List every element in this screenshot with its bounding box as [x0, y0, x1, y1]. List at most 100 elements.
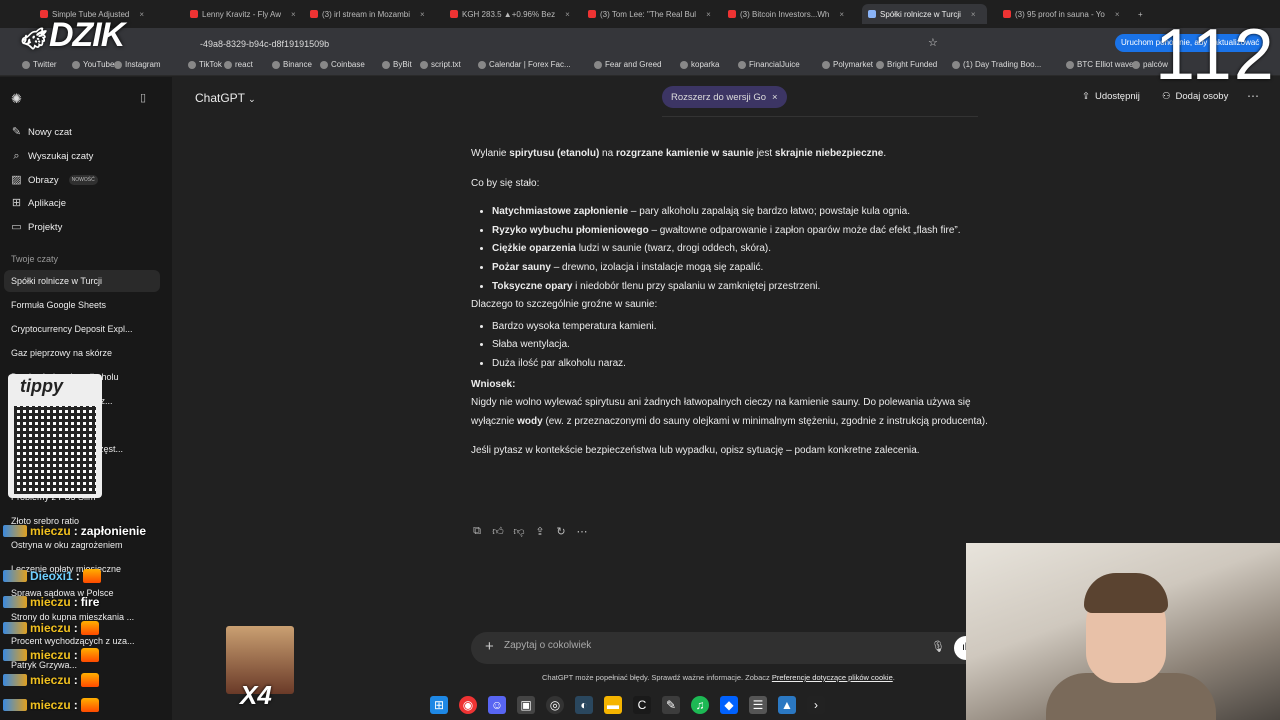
- bookmark[interactable]: Instagram: [114, 60, 161, 69]
- microphone-icon[interactable]: 🎙︎: [931, 640, 945, 653]
- tab-close-icon[interactable]: ×: [139, 10, 144, 19]
- bookmark-favicon-icon: [382, 60, 390, 69]
- bookmark-label: Calendar | Forex Fac...: [489, 60, 571, 69]
- tab-close-icon[interactable]: ×: [291, 10, 296, 19]
- folder-icon[interactable]: ▬: [604, 696, 622, 714]
- cursor-app-icon[interactable]: C: [633, 696, 651, 714]
- bookmark-favicon-icon: [1132, 60, 1140, 69]
- why-heading: Dlaczego to szczególnie groźne w saunie:: [471, 299, 658, 311]
- browser-tab[interactable]: (3) irl stream in Mozambi ×: [310, 4, 440, 24]
- browser-tab[interactable]: (3) 95 proof in sauna - Yo ×: [1003, 4, 1123, 24]
- bookmark[interactable]: react: [224, 60, 253, 69]
- upgrade-button[interactable]: Rozszerz do wersji Go ×: [662, 86, 787, 108]
- browser-tab[interactable]: KGH 283.5 ▲+0.96% Bez ×: [450, 4, 580, 24]
- bookmark[interactable]: Twitter: [22, 60, 57, 69]
- browser-tab[interactable]: (3) Bitcoin Investors...Wh ×: [728, 4, 848, 24]
- obs-icon[interactable]: ◎: [546, 696, 564, 714]
- chrome-icon[interactable]: ◉: [459, 696, 477, 714]
- spotify-icon[interactable]: ♫: [691, 696, 709, 714]
- new-tab-icon[interactable]: +: [1138, 4, 1143, 24]
- share-button[interactable]: ⇪ Udostępnij: [1082, 91, 1140, 102]
- windows-start-icon[interactable]: ⊞: [430, 696, 448, 714]
- stream-chat-message: mieczu:: [3, 673, 99, 687]
- cookie-preferences-link[interactable]: Preferencje dotyczące plików cookie: [772, 673, 893, 682]
- more-icon[interactable]: ⋯: [576, 525, 588, 538]
- star-icon[interactable]: ☆: [928, 36, 938, 49]
- chat-history-item[interactable]: Cryptocurrency Deposit Expl...: [11, 324, 133, 334]
- effect-text: ludzi w saunie (twarz, drogi oddech, skó…: [575, 243, 772, 255]
- steam-icon[interactable]: ◐: [575, 696, 593, 714]
- sidebar-toggle-icon[interactable]: ▯: [140, 91, 146, 104]
- browser-tab[interactable]: Lenny Kravitz - Fly Aw ×: [190, 4, 300, 24]
- chat-username: Dieoxi1: [30, 569, 73, 583]
- regenerate-icon[interactable]: ↻: [555, 525, 567, 538]
- bookmark[interactable]: YouTube: [72, 60, 114, 69]
- divider: [662, 116, 978, 117]
- tab-close-icon[interactable]: ×: [971, 10, 976, 19]
- bookmark[interactable]: Coinbase: [320, 60, 365, 69]
- conclusion-heading: Wniosek:: [471, 378, 516, 390]
- dropbox-icon[interactable]: ◆: [720, 696, 738, 714]
- chat-history-item[interactable]: Gaz pieprzowy na skórze: [11, 348, 112, 358]
- chat-header: ChatGPT ⌄ Rozszerz do wersji Go × ⇪ Udostę…: [172, 77, 1280, 119]
- bookmark[interactable]: BTC Elliot wave: [1066, 60, 1133, 69]
- bookmark[interactable]: TikTok: [188, 60, 222, 69]
- bookmark[interactable]: script.txt: [420, 60, 461, 69]
- tab-close-icon[interactable]: ×: [1115, 10, 1120, 19]
- bookmark[interactable]: Polymarket: [822, 60, 873, 69]
- notepad-icon[interactable]: ☰: [749, 696, 767, 714]
- tab-close-icon[interactable]: ×: [706, 10, 711, 19]
- tab-close-icon[interactable]: ×: [839, 10, 844, 19]
- tool-icon[interactable]: ✎: [662, 696, 680, 714]
- chat-history-item[interactable]: Spółki rolnicze w Turcji: [4, 270, 160, 292]
- sidebar-item[interactable]: ▨ Obrazy NOWOŚĆ: [11, 173, 98, 186]
- thumbs-up-icon[interactable]: 👍︎: [492, 525, 504, 538]
- chat-username: mieczu: [30, 673, 71, 687]
- bookmark[interactable]: koparka: [680, 60, 719, 69]
- chat-history-item[interactable]: Ostryna w oku zagrożeniem: [11, 540, 123, 550]
- app-icon[interactable]: ▣: [517, 696, 535, 714]
- bookmark[interactable]: ByBit: [382, 60, 412, 69]
- why-item: Bardzo wysoka temperatura kamieni.: [492, 318, 991, 337]
- bookmark[interactable]: Fear and Greed: [594, 60, 661, 69]
- assistant-message: Wylanie spirytusu (etanolu) na rozgrzane…: [471, 145, 991, 461]
- openai-logo-icon[interactable]: ✺: [11, 91, 22, 107]
- url-field[interactable]: -49a8-8329-b94c-d8f19191509b: [200, 35, 945, 53]
- bookmark[interactable]: Bright Funded: [876, 60, 937, 69]
- image-icon: ▨: [11, 173, 22, 186]
- prompt-input[interactable]: [504, 640, 904, 651]
- tab-close-icon[interactable]: ×: [420, 10, 425, 19]
- photos-icon[interactable]: ▲: [778, 696, 796, 714]
- bookmark[interactable]: FinancialJuice: [738, 60, 800, 69]
- thumbs-down-icon[interactable]: 👎︎: [513, 525, 525, 538]
- bookmark-favicon-icon: [420, 60, 428, 69]
- text: Wylanie: [471, 148, 510, 159]
- stream-chat-message: mieczu: fire: [3, 595, 99, 609]
- bookmark[interactable]: (1) Day Trading Boo...: [952, 60, 1041, 69]
- bookmark[interactable]: Calendar | Forex Fac...: [478, 60, 571, 69]
- plus-icon[interactable]: +: [485, 638, 494, 655]
- disclaimer-text: ChatGPT może popełniać błędy. Sprawdź wa…: [542, 673, 772, 682]
- text: wody: [517, 415, 543, 427]
- sidebar-item[interactable]: ▭ Projekty: [11, 222, 62, 234]
- sidebar-item[interactable]: ⌕ Wyszukaj czaty: [11, 150, 93, 162]
- chat-history-item[interactable]: Procent wychodzących z uza...: [11, 636, 135, 646]
- terminal-icon[interactable]: ›: [807, 696, 825, 714]
- tab-favicon-icon: [190, 10, 198, 18]
- qr-code: [14, 406, 96, 494]
- chat-history-item[interactable]: Formuła Google Sheets: [11, 300, 106, 310]
- bookmark-label: Coinbase: [331, 60, 365, 69]
- copy-icon[interactable]: ⧉: [471, 525, 483, 538]
- tab-close-icon[interactable]: ×: [565, 10, 570, 19]
- share-icon[interactable]: ⇪: [534, 525, 546, 538]
- model-selector[interactable]: ChatGPT ⌄: [195, 91, 256, 105]
- close-icon[interactable]: ×: [772, 92, 778, 103]
- bookmark[interactable]: Binance: [272, 60, 312, 69]
- tab-label: KGH 283.5 ▲+0.96% Bez: [462, 9, 556, 19]
- webcam-hair: [1084, 573, 1168, 613]
- browser-tab[interactable]: (3) Tom Lee: "The Real Bul ×: [588, 4, 718, 24]
- sidebar-item[interactable]: ⊞ Aplikacje: [11, 198, 66, 210]
- browser-tab[interactable]: Spółki rolnicze w Turcji ×: [862, 4, 987, 24]
- discord-icon[interactable]: ☺: [488, 696, 506, 714]
- sidebar-item[interactable]: ✎ Nowy czat: [11, 127, 72, 139]
